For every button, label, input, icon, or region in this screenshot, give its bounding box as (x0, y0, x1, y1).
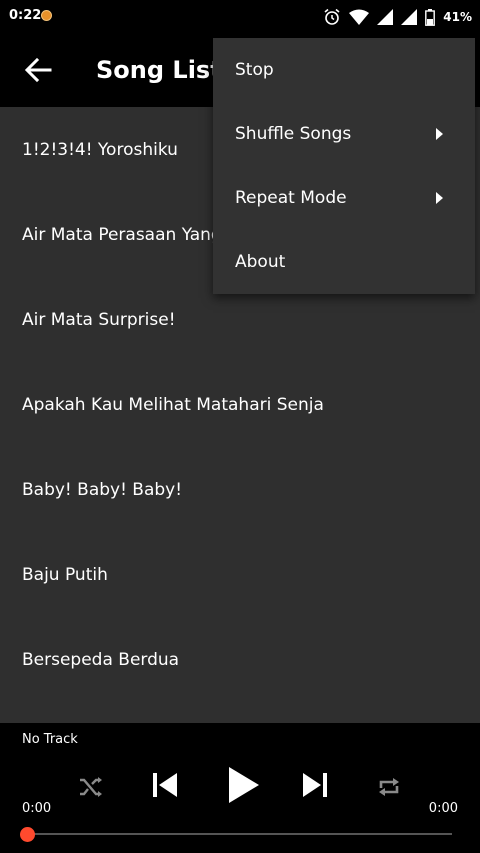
shuffle-icon[interactable] (78, 775, 104, 799)
total-duration: 0:00 (428, 801, 458, 816)
repeat-icon[interactable] (376, 774, 402, 800)
song-list-item[interactable]: Baby! Baby! Baby! (0, 447, 480, 532)
song-title: 1!2!3!4! Yoroshiku (22, 139, 178, 160)
status-icons: 41% (323, 6, 472, 28)
menu-item-about[interactable]: About (213, 230, 475, 294)
seek-bar[interactable] (28, 833, 452, 835)
back-arrow-icon[interactable] (22, 54, 54, 86)
notification-icon (41, 10, 52, 21)
song-title: Baju Putih (22, 564, 108, 585)
previous-icon[interactable] (151, 771, 179, 799)
menu-item-stop[interactable]: Stop (213, 38, 475, 102)
menu-item-repeat-mode[interactable]: Repeat Mode (213, 166, 475, 230)
current-track: No Track (22, 732, 78, 747)
status-bar: 0:22 41% (0, 0, 480, 34)
song-title: Air Mata Perasaan Yang (22, 224, 222, 245)
song-title: Baby! Baby! Baby! (22, 479, 183, 500)
play-icon[interactable] (227, 765, 261, 805)
menu-item-label: Shuffle Songs (235, 124, 352, 144)
song-title: Apakah Kau Melihat Matahari Senja (22, 394, 324, 415)
submenu-arrow-icon (436, 128, 443, 140)
submenu-arrow-icon (436, 192, 443, 204)
menu-item-label: About (235, 252, 286, 272)
song-list-item[interactable]: Baju Putih (0, 532, 480, 617)
overflow-menu: Stop Shuffle Songs Repeat Mode About (213, 38, 475, 294)
page-title: Song List (96, 56, 222, 84)
player-bar: No Track 0:00 0:00 (0, 723, 480, 853)
song-list-item[interactable]: Bersepeda Berdua (0, 617, 480, 702)
alarm-icon (324, 8, 340, 25)
song-list-item[interactable]: Apakah Kau Melihat Matahari Senja (0, 362, 480, 447)
menu-item-label: Repeat Mode (235, 188, 347, 208)
song-title: Air Mata Surprise! (22, 309, 176, 330)
elapsed-time: 0:00 (22, 801, 52, 816)
battery-percent: 41% (443, 10, 472, 24)
status-time: 0:22 (9, 8, 42, 23)
menu-item-shuffle-songs[interactable]: Shuffle Songs (213, 102, 475, 166)
battery-icon (425, 8, 436, 26)
signal-icon (377, 9, 394, 25)
signal-icon (401, 9, 418, 25)
menu-item-label: Stop (235, 60, 274, 80)
song-title: Bersepeda Berdua (22, 649, 180, 670)
next-icon[interactable] (301, 771, 329, 799)
seek-thumb[interactable] (20, 827, 35, 842)
wifi-icon (349, 9, 370, 25)
